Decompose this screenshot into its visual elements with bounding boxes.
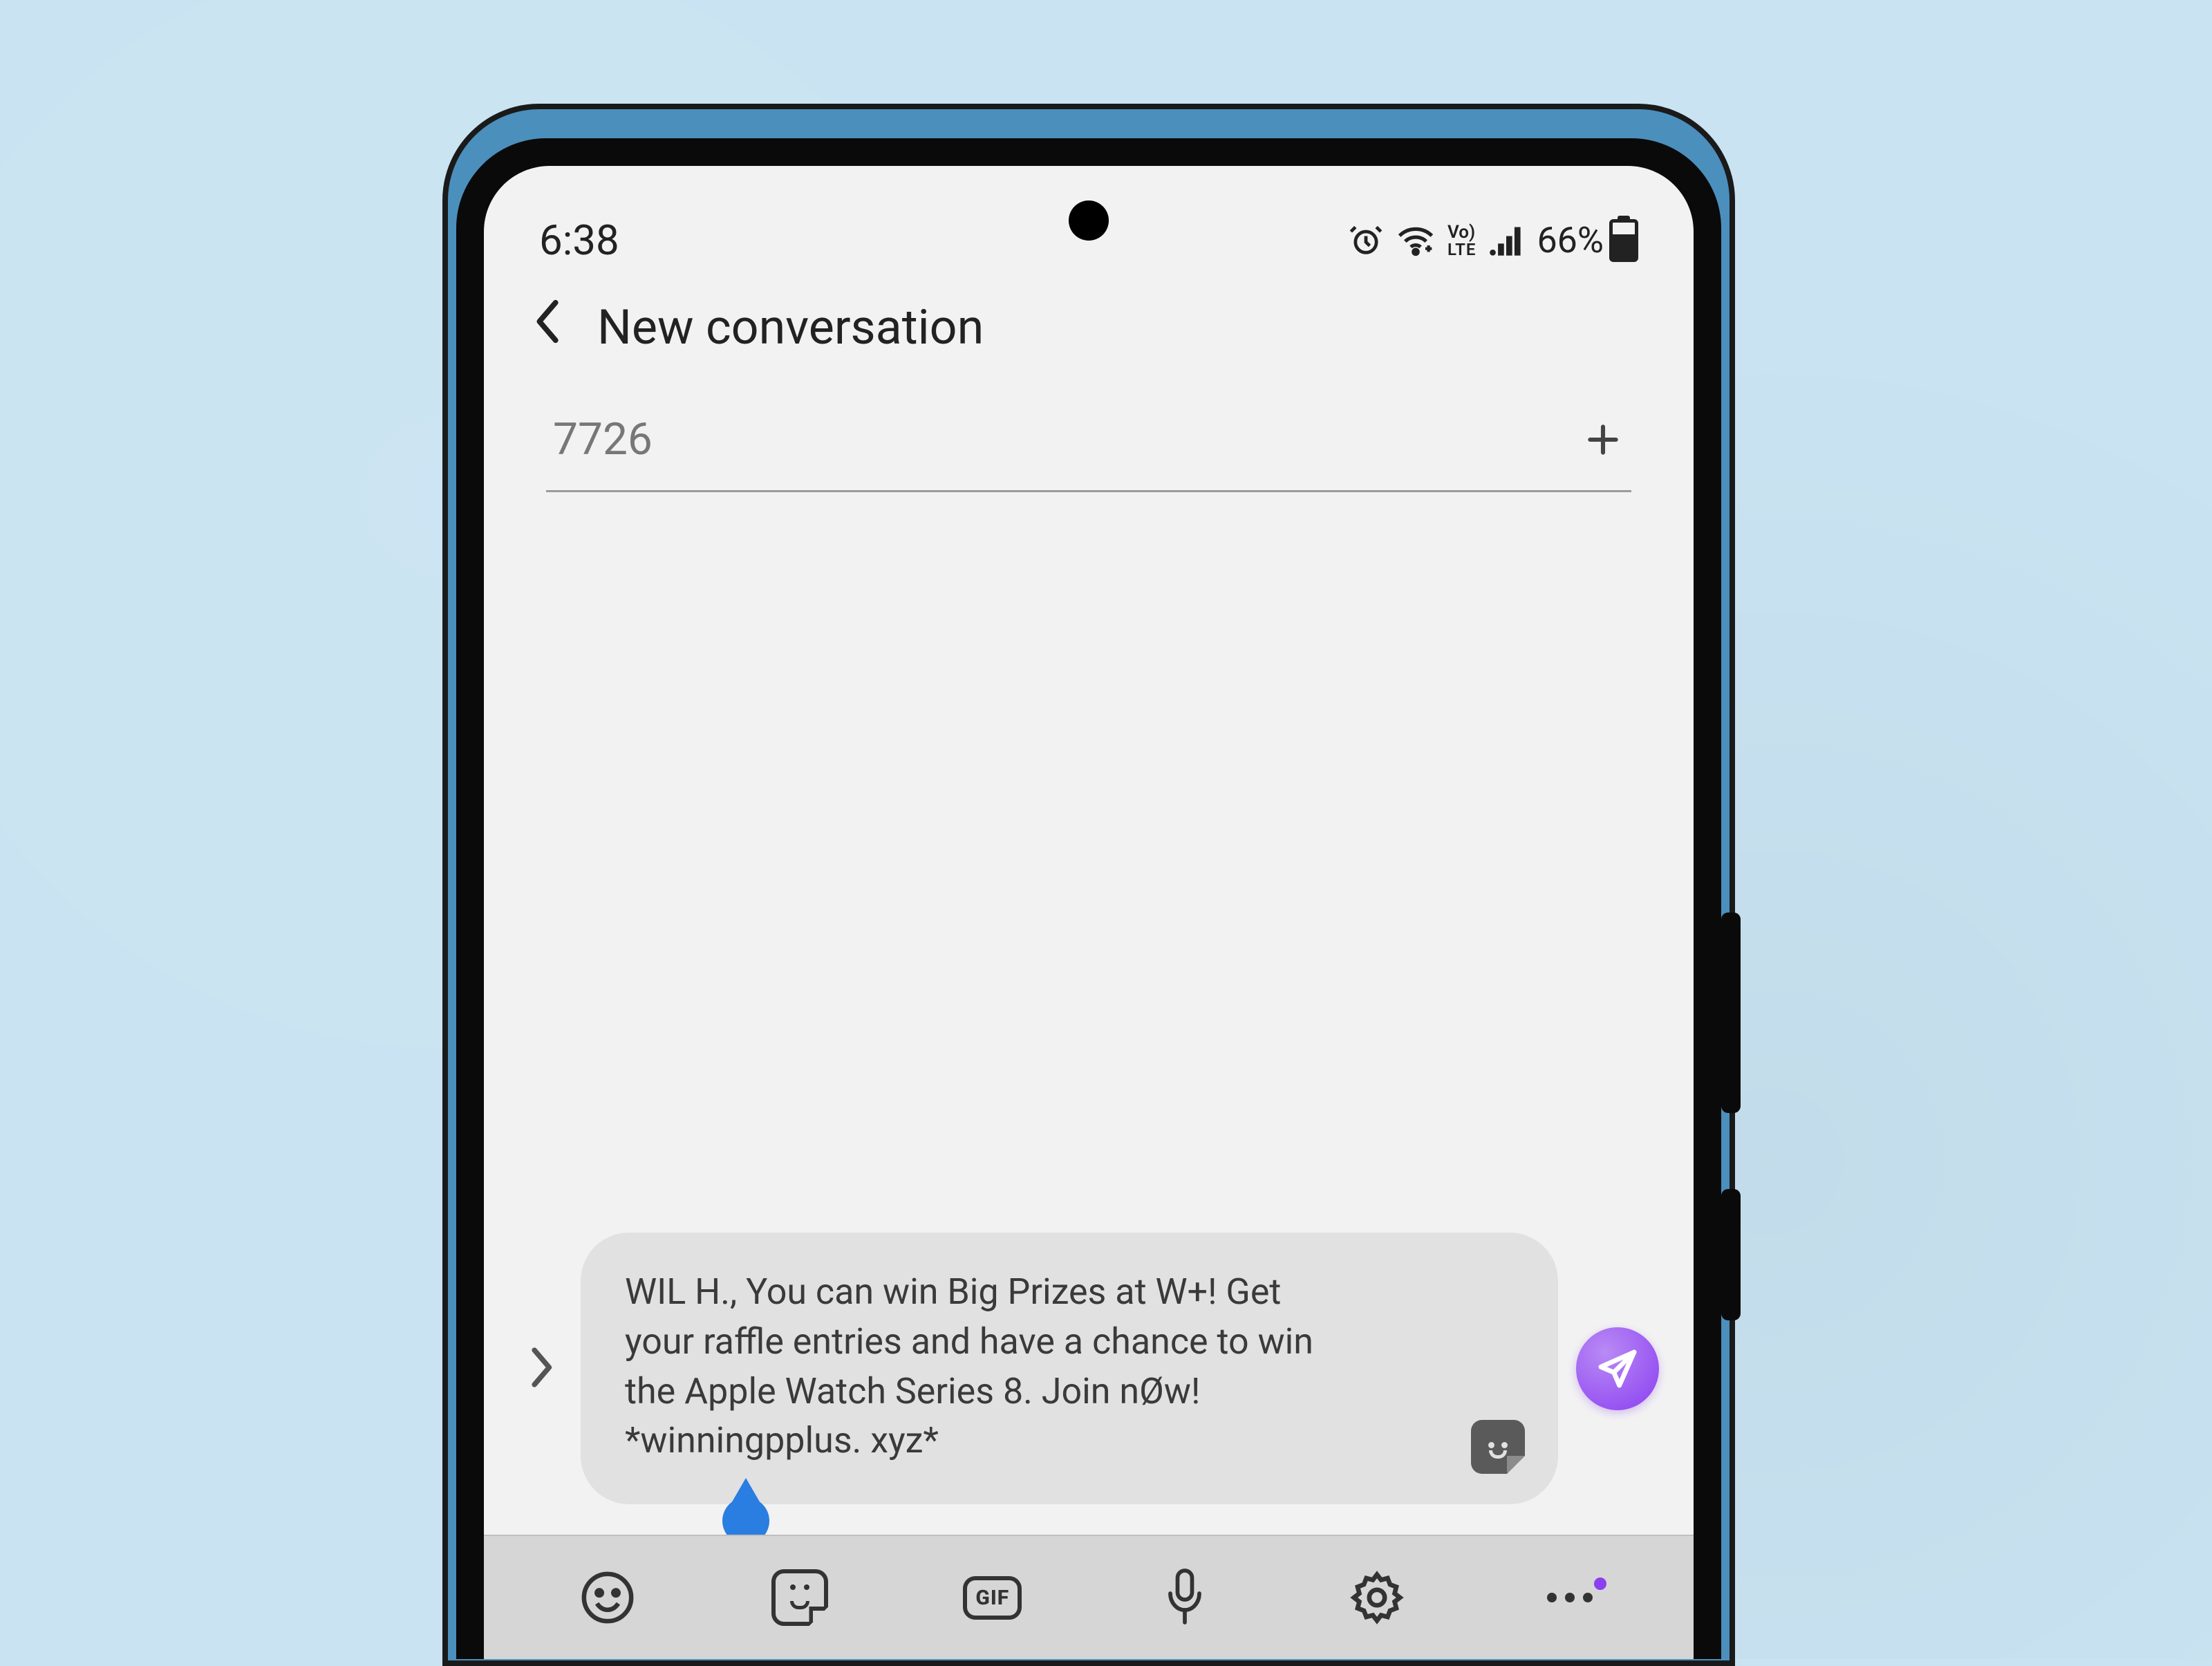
compose-row: WIL H., You can win Big Prizes at W+! Ge… bbox=[484, 1233, 1694, 1535]
recipient-field[interactable]: 7726 bbox=[546, 393, 1631, 492]
conversation-header: New conversation bbox=[484, 277, 1694, 393]
signal-icon bbox=[1488, 224, 1524, 257]
emoji-button[interactable] bbox=[573, 1563, 642, 1632]
battery-icon bbox=[1609, 219, 1638, 262]
more-badge bbox=[1594, 1578, 1606, 1590]
phone-frame: 6:38 bbox=[456, 138, 1721, 1659]
sticker-button[interactable] bbox=[765, 1563, 834, 1632]
alarm-icon bbox=[1348, 223, 1384, 259]
camera-punch-hole bbox=[1069, 200, 1109, 241]
gif-label: GIF bbox=[963, 1576, 1022, 1620]
back-button[interactable] bbox=[532, 297, 565, 358]
gif-button[interactable]: GIF bbox=[958, 1563, 1027, 1632]
volume-button bbox=[1721, 912, 1741, 1113]
volte-icon: Vo) LTE bbox=[1447, 223, 1476, 258]
battery-pct-label: 66% bbox=[1537, 219, 1604, 261]
expand-compose-button[interactable] bbox=[518, 1338, 563, 1399]
send-button[interactable] bbox=[1576, 1327, 1659, 1410]
screen: 6:38 bbox=[484, 166, 1694, 1659]
message-text: WIL H., You can win Big Prizes at W+! Ge… bbox=[625, 1267, 1316, 1466]
wifi-icon bbox=[1396, 224, 1435, 257]
battery-indicator: 66% bbox=[1537, 219, 1638, 262]
status-icons: Vo) LTE 66% bbox=[1348, 219, 1638, 262]
status-time: 6:38 bbox=[539, 216, 619, 265]
volte-bottom: LTE bbox=[1447, 241, 1476, 258]
power-button bbox=[1721, 1189, 1741, 1320]
recipient-value: 7726 bbox=[553, 413, 653, 465]
add-recipient-button[interactable] bbox=[1582, 418, 1624, 461]
page-title: New conversation bbox=[597, 299, 984, 356]
attach-sticker-button[interactable] bbox=[1471, 1420, 1525, 1474]
keyboard-toolbar: GIF bbox=[484, 1535, 1694, 1659]
volte-top: Vo) bbox=[1447, 223, 1476, 241]
more-button[interactable] bbox=[1535, 1563, 1604, 1632]
message-input[interactable]: WIL H., You can win Big Prizes at W+! Ge… bbox=[581, 1233, 1558, 1504]
conversation-body bbox=[484, 492, 1694, 1233]
mic-button[interactable] bbox=[1150, 1563, 1219, 1632]
settings-button[interactable] bbox=[1342, 1563, 1412, 1632]
